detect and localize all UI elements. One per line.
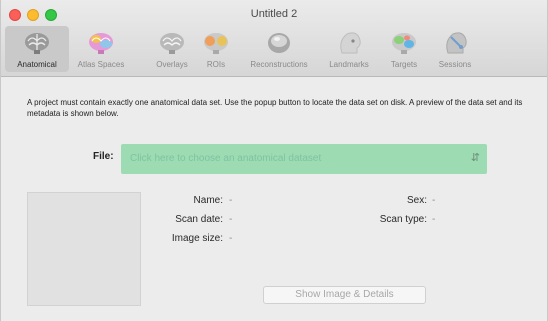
tab-rois[interactable]: ROIs	[199, 26, 233, 72]
overlay-brain-icon	[160, 33, 184, 54]
image-size-label: Image size:	[171, 233, 223, 244]
tab-overlays[interactable]: Overlays	[149, 26, 195, 72]
window-title: Untitled 2	[250, 8, 298, 20]
tab-label: Landmarks	[329, 60, 369, 69]
landmark-head-icon	[340, 32, 361, 54]
tab-label: Anatomical	[17, 60, 57, 69]
file-label: File:	[93, 151, 114, 162]
description-text: A project must contain exactly one anato…	[27, 98, 523, 118]
scan-type-label: Scan type:	[379, 214, 427, 225]
name-label: Name:	[193, 195, 223, 206]
sex-value: -	[432, 195, 436, 206]
tab-atlas-spaces[interactable]: Atlas Spaces	[73, 26, 129, 72]
session-head-icon	[446, 32, 467, 54]
name-value: -	[229, 195, 233, 206]
tab-label: ROIs	[206, 60, 226, 69]
roi-brain-icon	[204, 33, 228, 54]
tab-reconstructions[interactable]: Reconstructions	[239, 26, 319, 72]
show-image-details-button[interactable]: Show Image & Details	[263, 286, 426, 304]
title-bar: Untitled 2 Anatomical Atlas Spaces Overl…	[1, 0, 547, 77]
target-brain-icon	[392, 33, 416, 54]
tab-label: Overlays	[156, 60, 188, 69]
tab-label: Reconstructions	[250, 60, 308, 69]
tab-targets[interactable]: Targets	[381, 26, 427, 72]
app-window: Untitled 2 Anatomical Atlas Spaces Overl…	[0, 0, 548, 321]
tab-label: Targets	[390, 60, 418, 69]
toolbar: Anatomical Atlas Spaces Overlays ROIs Re…	[1, 24, 547, 74]
tab-anatomical[interactable]: Anatomical	[5, 26, 69, 72]
image-size-value: -	[229, 233, 233, 244]
reconstruction-icon	[268, 33, 290, 53]
tab-label: Sessions	[438, 60, 472, 69]
brain-icon	[25, 33, 49, 54]
scan-type-value: -	[432, 214, 436, 225]
dataset-popup-button[interactable]: Click here to choose an anatomical datas…	[121, 144, 487, 174]
tab-landmarks[interactable]: Landmarks	[323, 26, 375, 72]
tab-label: Atlas Spaces	[77, 60, 125, 69]
scan-date-value: -	[229, 214, 233, 225]
tab-sessions[interactable]: Sessions	[429, 26, 481, 72]
dataset-popup-placeholder: Click here to choose an anatomical datas…	[130, 153, 322, 164]
scan-date-label: Scan date:	[175, 214, 223, 225]
sex-label: Sex:	[406, 195, 427, 206]
anatomical-panel: A project must contain exactly one anato…	[1, 77, 547, 321]
dataset-preview-image	[27, 192, 141, 306]
atlas-brain-icon	[89, 33, 113, 54]
up-down-chevron-icon: ⇵	[470, 152, 480, 164]
